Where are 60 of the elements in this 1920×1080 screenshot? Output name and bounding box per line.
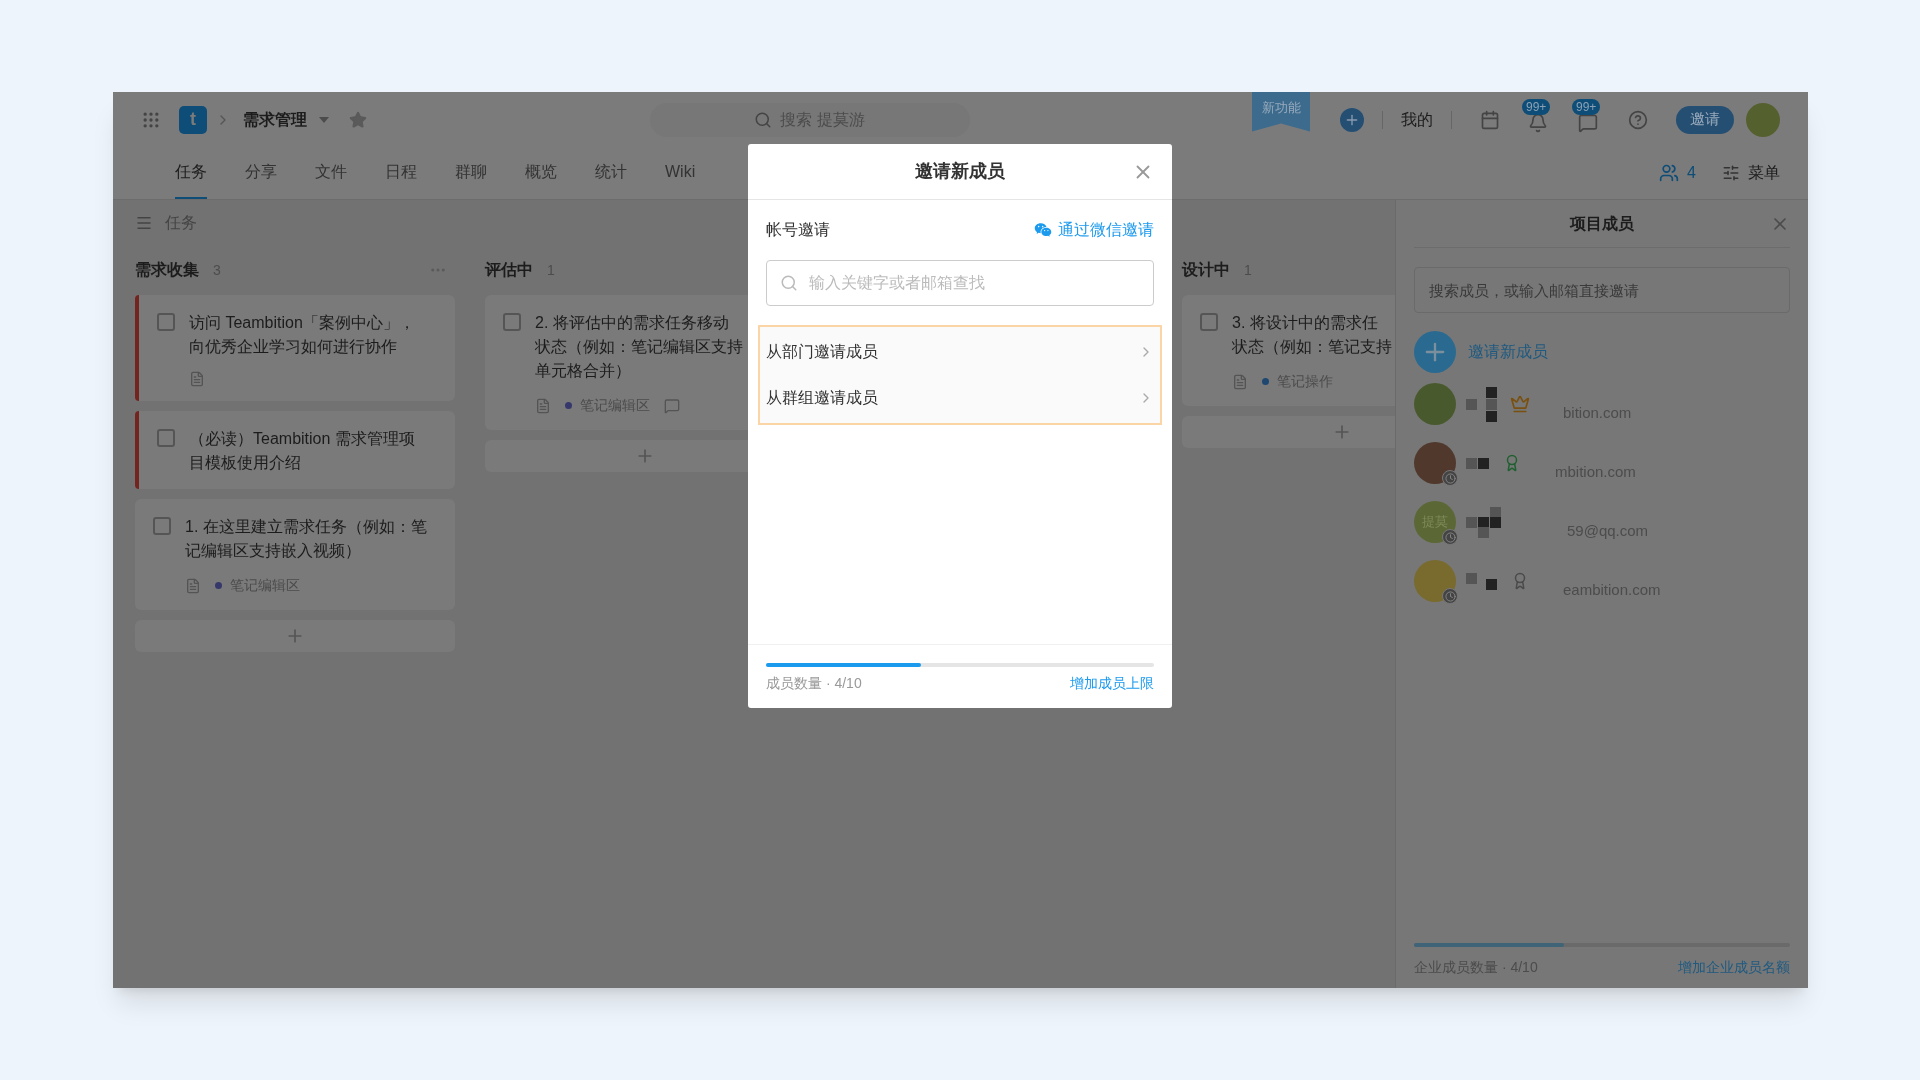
invite-member-link[interactable]: 邀请新成员: [1468, 340, 1548, 364]
my-link[interactable]: 我的: [1401, 107, 1433, 132]
task-checkbox[interactable]: [157, 313, 175, 331]
search-field[interactable]: 输入关键字或者邮箱查找: [766, 260, 1154, 306]
chat-icon[interactable]: [1578, 112, 1598, 133]
count-badge: 99+: [1522, 98, 1551, 115]
logo[interactable]: t: [179, 105, 207, 134]
task-checkbox[interactable]: [157, 429, 175, 447]
dialog-title: 邀请新成员: [915, 160, 1005, 183]
help-icon[interactable]: [1628, 109, 1648, 130]
increase-quota-link[interactable]: 增加企业成员名额: [1678, 957, 1790, 978]
tab[interactable]: 任务: [175, 147, 207, 199]
task-checkbox[interactable]: [503, 313, 521, 331]
task-checkbox[interactable]: [1200, 313, 1218, 331]
new-feature-ribbon[interactable]: 新功能: [1252, 92, 1310, 132]
tab[interactable]: 概览: [525, 147, 557, 199]
tab[interactable]: 群聊: [455, 147, 487, 199]
tab[interactable]: 统计: [595, 147, 627, 199]
search-icon: [754, 110, 773, 129]
task-checkbox[interactable]: [153, 517, 171, 535]
column-title: 需求收集: [135, 260, 199, 280]
bell-icon[interactable]: [1528, 112, 1548, 133]
task-title: 1. 在这里建立需求任务（例如：笔 记编辑区支持嵌入视频）: [185, 517, 427, 561]
wechat-invite-link[interactable]: 通过微信邀请: [1058, 218, 1154, 242]
add-member-icon[interactable]: [1414, 331, 1456, 373]
column-title: 设计中: [1182, 260, 1230, 280]
tab[interactable]: 文件: [315, 147, 347, 199]
wechat-icon[interactable]: [1034, 221, 1052, 239]
pixelated-name: [1466, 386, 1497, 422]
tab[interactable]: 分享: [245, 147, 277, 199]
filter-icon[interactable]: [1722, 164, 1740, 182]
increase-limit-link[interactable]: 增加成员上限: [1070, 673, 1154, 694]
tab[interactable]: 日程: [385, 147, 417, 199]
project-name[interactable]: 需求管理: [243, 107, 307, 132]
add-button[interactable]: [1340, 107, 1364, 132]
section-title: 帐号邀请: [766, 220, 830, 240]
task-title: 访问 Teambition「案例中心」， 向优秀企业学习如何进行协作: [189, 313, 415, 357]
usage-label: 成员数量 · 4/10: [766, 674, 862, 693]
members-count[interactable]: 4: [1687, 161, 1696, 185]
search-icon: [780, 274, 798, 292]
member-search-field[interactable]: 搜索成员，或输入邮箱直接邀请: [1414, 267, 1790, 313]
menu-link[interactable]: 菜单: [1748, 161, 1780, 185]
panel-title: 项目成员: [1570, 213, 1634, 234]
task-title: （必读）Teambition 需求管理项 目模板使用介绍: [189, 429, 415, 473]
invite-button[interactable]: 邀请: [1676, 105, 1734, 134]
pixelated-name: [1466, 572, 1497, 590]
star-icon[interactable]: [349, 110, 367, 129]
column-title: 评估中: [485, 260, 533, 280]
task-card[interactable]: 访问 Teambition「案例中心」， 向优秀企业学习如何进行协作: [139, 295, 455, 401]
tab[interactable]: Wiki: [665, 147, 696, 199]
pixelated-name: [1466, 457, 1489, 469]
avatar[interactable]: [1746, 102, 1780, 137]
count-badge: 99+: [1572, 98, 1601, 115]
pixelated-name: [1466, 506, 1501, 538]
task-title: 3. 将设计中的需求任 状态（例如：笔记支持: [1232, 313, 1392, 357]
calendar-icon[interactable]: [1480, 109, 1500, 130]
task-title: 2. 将评估中的需求任务移动 状态（例如：笔记编辑区支持 单元格合并）: [535, 313, 743, 381]
task-card[interactable]: （必读）Teambition 需求管理项 目模板使用介绍: [139, 411, 455, 489]
members-icon[interactable]: [1659, 163, 1680, 183]
caret-icon[interactable]: [319, 116, 329, 123]
